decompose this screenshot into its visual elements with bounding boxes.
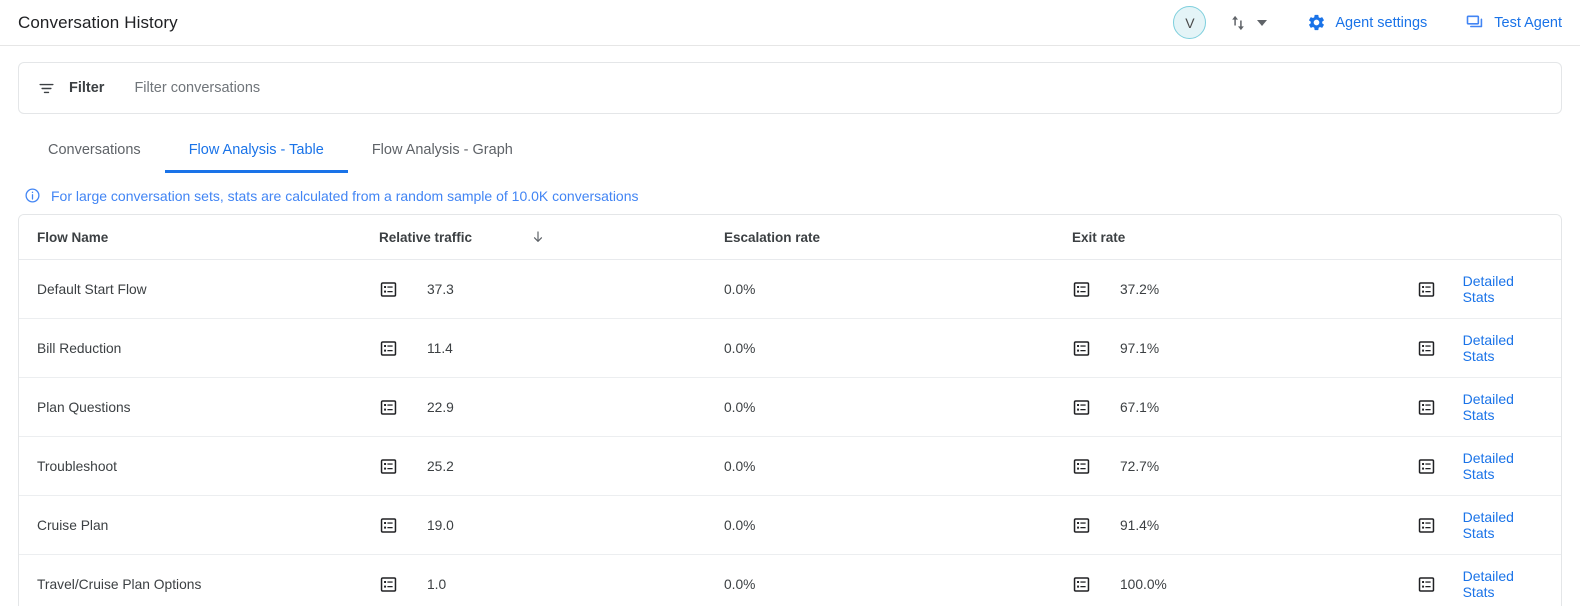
view-list-icon[interactable] <box>1072 516 1098 535</box>
view-list-icon[interactable] <box>379 280 405 299</box>
filter-label: Filter <box>69 80 105 96</box>
cell-flow-name: Default Start Flow <box>37 281 147 297</box>
column-header-flow-name-label: Flow Name <box>37 229 109 245</box>
avatar-initial: V <box>1185 14 1195 31</box>
view-list-icon[interactable] <box>1417 339 1439 358</box>
table-row[interactable]: Travel/Cruise Plan Options 1.0 0.0% 100.… <box>19 554 1561 606</box>
detailed-stats-link[interactable]: Detailed Stats <box>1463 568 1535 600</box>
view-list-icon[interactable] <box>1417 280 1439 299</box>
table-row[interactable]: Cruise Plan 19.0 0.0% 91.4% Detailed Sta… <box>19 495 1561 555</box>
cell-exit-rate: 91.4% <box>1120 517 1160 533</box>
table-body: Default Start Flow 37.3 0.0% 37.2% Detai… <box>19 259 1561 606</box>
detailed-stats-link[interactable]: Detailed Stats <box>1463 450 1535 482</box>
column-header-escalation-rate-label: Escalation rate <box>724 229 821 245</box>
agent-settings-label: Agent settings <box>1335 14 1428 31</box>
cell-relative-traffic: 37.3 <box>427 281 454 297</box>
column-header-escalation-rate[interactable]: Escalation rate <box>724 215 1072 260</box>
page-title: Conversation History <box>18 12 178 32</box>
cell-escalation-rate: 0.0% <box>724 517 756 533</box>
cell-exit-rate: 67.1% <box>1120 399 1160 415</box>
gear-icon <box>1307 13 1326 32</box>
filter-bar: Filter <box>18 62 1562 114</box>
detailed-stats-link[interactable]: Detailed Stats <box>1463 273 1535 305</box>
tab-flow-analysis-graph[interactable]: Flow Analysis - Graph <box>348 142 537 173</box>
column-header-relative-traffic[interactable]: Relative traffic <box>379 215 724 260</box>
view-list-icon[interactable] <box>379 575 405 594</box>
test-agent-button[interactable]: Test Agent <box>1465 13 1562 33</box>
detailed-stats-link[interactable]: Detailed Stats <box>1463 391 1535 423</box>
chevron-down-icon <box>1257 19 1268 26</box>
column-header-exit-rate[interactable]: Exit rate <box>1072 215 1417 260</box>
table-row[interactable]: Plan Questions 22.9 0.0% 67.1% Detailed … <box>19 377 1561 437</box>
cell-escalation-rate: 0.0% <box>724 340 756 356</box>
view-list-icon[interactable] <box>379 398 405 417</box>
filter-input[interactable] <box>132 79 653 97</box>
cell-escalation-rate: 0.0% <box>724 458 756 474</box>
detailed-stats-link[interactable]: Detailed Stats <box>1463 332 1535 364</box>
view-list-icon[interactable] <box>1417 575 1439 594</box>
info-icon <box>24 187 41 204</box>
cell-exit-rate: 72.7% <box>1120 458 1160 474</box>
info-banner-text: For large conversation sets, stats are c… <box>51 187 639 204</box>
column-header-actions <box>1417 215 1561 260</box>
cell-exit-rate: 37.2% <box>1120 281 1160 297</box>
header-actions: V Agent settings Test Agent <box>1173 6 1566 39</box>
cell-flow-name: Travel/Cruise Plan Options <box>37 576 202 592</box>
cell-relative-traffic: 22.9 <box>427 399 454 415</box>
detailed-stats-link[interactable]: Detailed Stats <box>1463 509 1535 541</box>
view-list-icon[interactable] <box>1072 339 1098 358</box>
swap-agent-button[interactable] <box>1228 13 1268 33</box>
cell-escalation-rate: 0.0% <box>724 281 756 297</box>
view-list-icon[interactable] <box>1417 457 1439 476</box>
info-banner: For large conversation sets, stats are c… <box>24 187 1562 204</box>
chat-bubbles-icon <box>1465 13 1485 33</box>
agent-settings-button[interactable]: Agent settings <box>1307 13 1427 32</box>
cell-flow-name: Plan Questions <box>37 399 131 415</box>
view-list-icon[interactable] <box>1072 280 1098 299</box>
view-list-icon[interactable] <box>1417 516 1439 535</box>
view-list-icon[interactable] <box>1072 398 1098 417</box>
test-agent-label: Test Agent <box>1494 14 1562 31</box>
view-list-icon[interactable] <box>379 457 405 476</box>
arrow-down-icon[interactable] <box>530 229 546 245</box>
swap-vertical-icon <box>1228 13 1248 33</box>
main-content: Filter Conversations Flow Analysis - Tab… <box>0 46 1580 606</box>
cell-relative-traffic: 19.0 <box>427 517 454 533</box>
view-list-icon[interactable] <box>1072 575 1098 594</box>
cell-escalation-rate: 0.0% <box>724 576 756 592</box>
cell-flow-name: Troubleshoot <box>37 458 118 474</box>
cell-escalation-rate: 0.0% <box>724 399 756 415</box>
cell-relative-traffic: 1.0 <box>427 576 447 592</box>
table-row[interactable]: Default Start Flow 37.3 0.0% 37.2% Detai… <box>19 259 1561 319</box>
tab-conversations[interactable]: Conversations <box>24 142 165 173</box>
table-header-row: Flow Name Relative traffic Escalation ra… <box>19 215 1561 260</box>
cell-flow-name: Bill Reduction <box>37 340 122 356</box>
view-list-icon[interactable] <box>379 516 405 535</box>
column-header-exit-rate-label: Exit rate <box>1072 229 1126 245</box>
cell-flow-name: Cruise Plan <box>37 517 109 533</box>
cell-relative-traffic: 25.2 <box>427 458 454 474</box>
tab-bar: Conversations Flow Analysis - Table Flow… <box>18 129 1562 173</box>
table-row[interactable]: Troubleshoot 25.2 0.0% 72.7% Detailed St… <box>19 436 1561 496</box>
filter-icon[interactable] <box>37 79 56 98</box>
view-list-icon[interactable] <box>1072 457 1098 476</box>
tab-flow-analysis-table[interactable]: Flow Analysis - Table <box>164 142 348 173</box>
view-list-icon[interactable] <box>1417 398 1439 417</box>
cell-relative-traffic: 11.4 <box>427 340 453 356</box>
column-header-flow-name[interactable]: Flow Name <box>19 215 379 260</box>
table-row[interactable]: Bill Reduction 11.4 0.0% 97.1% Detailed … <box>19 318 1561 378</box>
app-header: Conversation History V Agent settings Te… <box>0 0 1580 46</box>
cell-exit-rate: 97.1% <box>1120 340 1160 356</box>
cell-exit-rate: 100.0% <box>1120 576 1167 592</box>
flow-analysis-table: Flow Name Relative traffic Escalation ra… <box>18 214 1562 606</box>
view-list-icon[interactable] <box>379 339 405 358</box>
column-header-relative-traffic-label: Relative traffic <box>379 229 473 245</box>
avatar[interactable]: V <box>1173 6 1207 39</box>
